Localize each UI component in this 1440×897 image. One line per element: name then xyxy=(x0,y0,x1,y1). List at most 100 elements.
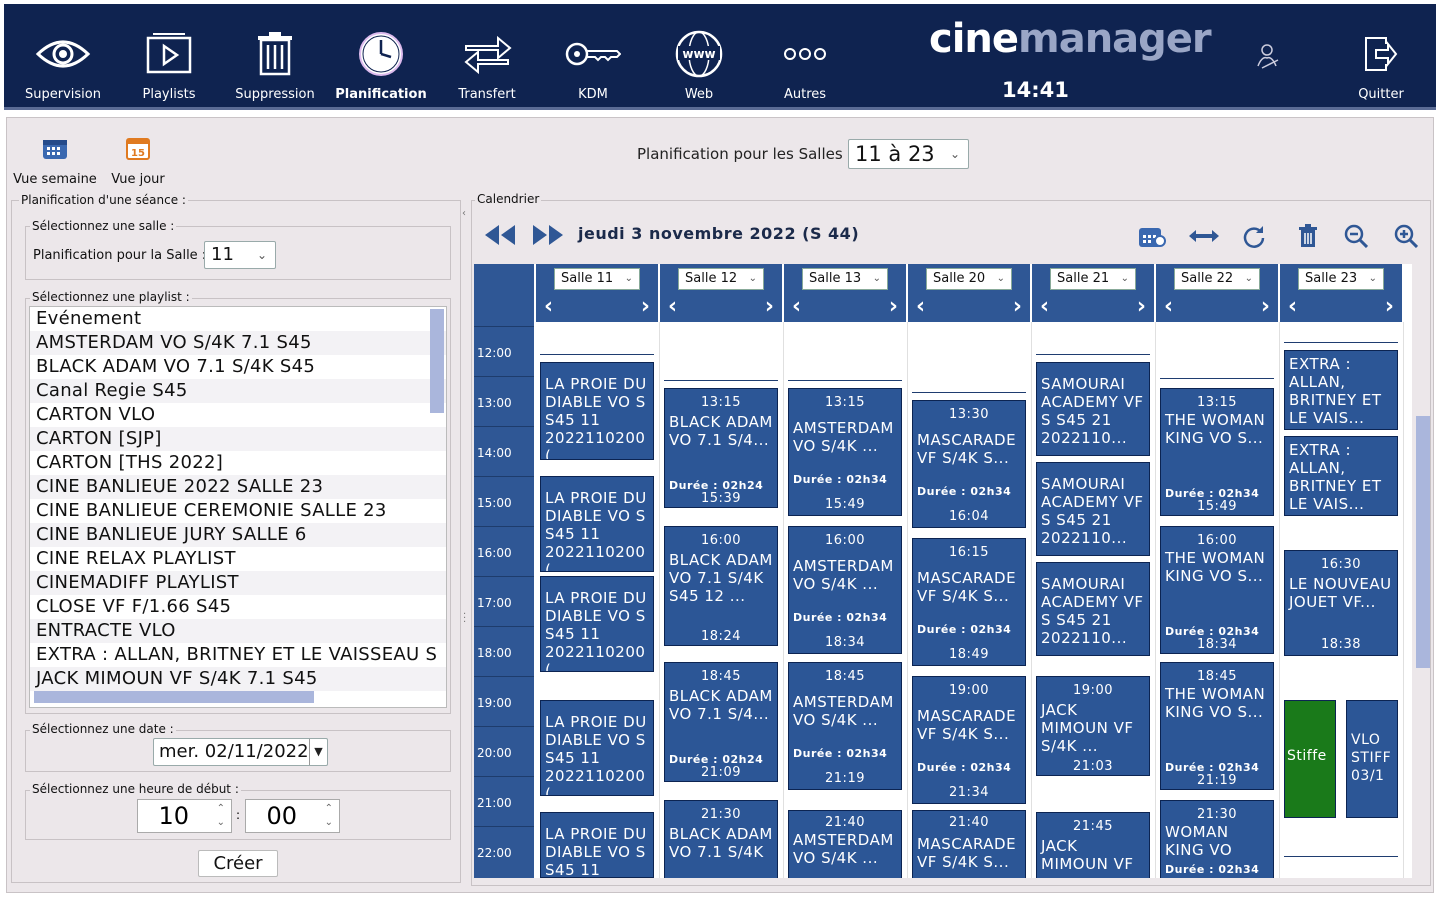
next-room-icon[interactable]: › xyxy=(641,294,650,319)
toolbar-playlists[interactable]: Playlists xyxy=(116,4,222,110)
playlist-vscrollbar[interactable] xyxy=(430,309,444,413)
event-block[interactable]: 19:00 MASCARADE VF S/4K S... Durée : 02h34… xyxy=(912,676,1026,804)
delete-icon[interactable] xyxy=(1298,224,1318,252)
event-block[interactable]: LA PROIE DU DIABLE VO S S45 11 202211020… xyxy=(540,362,654,460)
room-select[interactable]: Salle 23 ⌄ xyxy=(1298,268,1384,290)
event-block[interactable]: 21:45 JACK MIMOUN VF xyxy=(1036,812,1150,878)
event-block[interactable]: 13:15 AMSTERDAM VO S/4K ... Durée : 02h34 1… xyxy=(788,388,902,516)
prev-room-icon[interactable]: ‹ xyxy=(792,294,801,319)
next-room-icon[interactable]: › xyxy=(1261,294,1270,319)
playlist-hscrollbar[interactable] xyxy=(34,691,314,703)
day-view-button[interactable]: 15 Vue jour xyxy=(107,132,169,187)
event-block[interactable]: LA PROIE DU DIABLE VO S S45 11 xyxy=(540,812,654,878)
event-block[interactable]: SAMOURAI ACADEMY VF S S45 21 2022110... xyxy=(1036,562,1150,656)
next-room-icon[interactable]: › xyxy=(765,294,774,319)
toolbar-supervision[interactable]: Supervision xyxy=(10,4,116,110)
next-room-icon[interactable]: › xyxy=(1013,294,1022,319)
next-room-icon[interactable]: › xyxy=(1137,294,1146,319)
spinner-arrows-icon[interactable]: ⌃ ⌄ xyxy=(325,802,333,830)
spinner-arrows-icon[interactable]: ⌃ ⌄ xyxy=(217,802,225,830)
prev-room-icon[interactable]: ‹ xyxy=(916,294,925,319)
calendar-settings-icon[interactable] xyxy=(1138,224,1166,252)
event-block[interactable]: 21:40 AMSTERDAM VO S/4K ... xyxy=(788,810,902,878)
list-item[interactable]: CINEMADIFF PLAYLIST xyxy=(30,571,446,595)
room-select[interactable]: Salle 13 ⌄ xyxy=(802,268,888,290)
prev-room-icon[interactable]: ‹ xyxy=(668,294,677,319)
list-item[interactable]: CINE BANLIEUE CEREMONIE SALLE 23 xyxy=(30,499,446,523)
expand-horizontal-icon[interactable] xyxy=(1188,228,1220,248)
toolbar-transfert[interactable]: Transfert xyxy=(434,4,540,110)
list-item[interactable]: CINE BANLIEUE 2022 SALLE 23 xyxy=(30,475,446,499)
next-room-icon[interactable]: › xyxy=(889,294,898,319)
event-block[interactable]: 21:30 WOMAN KING VO Durée : 02h34 xyxy=(1160,800,1274,878)
list-item[interactable]: BLACK ADAM VO 7.1 S/4K S45 xyxy=(30,355,446,379)
week-view-button[interactable]: Vue semaine xyxy=(11,132,99,187)
toolbar-autres[interactable]: Autres xyxy=(752,4,858,110)
event-block[interactable]: LA PROIE DU DIABLE VO S S45 11 202211020… xyxy=(540,700,654,796)
event-block[interactable]: EXTRA : ALLAN, BRITNEY ET LE VAIS... xyxy=(1284,436,1398,516)
event-block[interactable]: 18:45 AMSTERDAM VO S/4K ... Durée : 02h34 2… xyxy=(788,662,902,790)
calendar-vscrollbar[interactable] xyxy=(1416,416,1430,668)
room-select[interactable]: Salle 12 ⌄ xyxy=(678,268,764,290)
room-select[interactable]: Salle 21 ⌄ xyxy=(1050,268,1136,290)
list-item[interactable]: CARTON VLO xyxy=(30,403,446,427)
toolbar-web[interactable]: www Web xyxy=(646,4,752,110)
zoom-in-icon[interactable] xyxy=(1394,224,1419,252)
event-block[interactable]: LA PROIE DU DIABLE VO S S45 11 202211020… xyxy=(540,576,654,672)
list-item[interactable]: CARTON [THS 2022] xyxy=(30,451,446,475)
toolbar-quitter[interactable]: Quitter xyxy=(1328,4,1434,110)
list-item[interactable]: JACK MIMOUN VF S/4K 7.1 S45 xyxy=(30,667,446,691)
salle-select[interactable]: 11 ⌄ xyxy=(204,241,276,269)
event-block[interactable]: 16:00 AMSTERDAM VO S/4K ... Durée : 02h34 1… xyxy=(788,526,902,654)
minute-spinner[interactable]: 00 ⌃ ⌄ xyxy=(245,799,340,833)
event-block[interactable]: 19:00 JACK MIMOUN VF S/4K ... 21:03 xyxy=(1036,676,1150,776)
list-item[interactable]: CINE BANLIEUE JURY SALLE 6 xyxy=(30,523,446,547)
event-block[interactable]: 16:30 LE NOUVEAU JOUET VF... 18:38 xyxy=(1284,550,1398,656)
list-item[interactable]: AMSTERDAM VO S/4K 7.1 S45 xyxy=(30,331,446,355)
event-block[interactable]: 16:00 THE WOMAN KING VO S... Durée : 02h34… xyxy=(1160,526,1274,654)
event-block[interactable]: VLO STIFF 03/1 xyxy=(1346,700,1398,818)
toolbar-planification[interactable]: Planification xyxy=(328,4,434,110)
playlist-list[interactable]: Evénement AMSTERDAM VO S/4K 7.1 S45 BLAC… xyxy=(29,306,447,708)
prev-room-icon[interactable]: ‹ xyxy=(1164,294,1173,319)
hour-spinner[interactable]: 10 ⌃ ⌄ xyxy=(137,799,232,833)
salles-select[interactable]: 11 à 23 ⌄ xyxy=(848,139,969,169)
list-item[interactable]: CLOSE VF F/1.66 S45 xyxy=(30,595,446,619)
date-picker[interactable]: mer. 02/11/2022 ▼ xyxy=(153,738,328,766)
list-item[interactable]: Canal Regie S45 xyxy=(30,379,446,403)
dropdown-arrow-icon[interactable]: ▼ xyxy=(309,739,327,765)
create-button[interactable]: Créer xyxy=(198,850,278,877)
user-signature-icon[interactable] xyxy=(1254,42,1284,72)
prev-room-icon[interactable]: ‹ xyxy=(1040,294,1049,319)
list-item[interactable]: CARTON [SJP] xyxy=(30,427,446,451)
list-item[interactable]: CINE RELAX PLAYLIST xyxy=(30,547,446,571)
room-select[interactable]: Salle 11 ⌄ xyxy=(554,268,640,290)
event-block[interactable]: 13:30 MASCARADE VF S/4K S... Durée : 02h34… xyxy=(912,400,1026,528)
event-block[interactable]: Stiffe xyxy=(1284,700,1336,818)
room-select[interactable]: Salle 20 ⌄ xyxy=(926,268,1012,290)
list-item[interactable]: ENTRACTE VLO xyxy=(30,619,446,643)
list-item[interactable]: EXTRA : ALLAN, BRITNEY ET LE VAISSEAU S xyxy=(30,643,446,667)
panel-splitter[interactable]: ‹ · · · xyxy=(462,198,470,888)
event-block[interactable]: SAMOURAI ACADEMY VF S S45 21 2022110... xyxy=(1036,462,1150,556)
rewind-icon[interactable] xyxy=(484,224,516,250)
event-block[interactable]: LA PROIE DU DIABLE VO S S45 11 202211020… xyxy=(540,476,654,572)
refresh-icon[interactable] xyxy=(1242,224,1266,252)
event-block[interactable]: SAMOURAI ACADEMY VF S S45 21 2022110... xyxy=(1036,362,1150,456)
event-block[interactable]: 16:15 MASCARADE VF S/4K S... Durée : 02h34… xyxy=(912,538,1026,666)
room-select[interactable]: Salle 22 ⌄ xyxy=(1174,268,1260,290)
next-room-icon[interactable]: › xyxy=(1385,294,1394,319)
event-block[interactable]: 13:15 BLACK ADAM VO 7.1 S/4... Durée : 02h… xyxy=(664,388,778,508)
fast-forward-icon[interactable] xyxy=(532,224,564,250)
zoom-out-icon[interactable] xyxy=(1344,224,1369,252)
prev-room-icon[interactable]: ‹ xyxy=(544,294,553,319)
prev-room-icon[interactable]: ‹ xyxy=(1288,294,1297,319)
toolbar-suppression[interactable]: Suppression xyxy=(222,4,328,110)
event-block[interactable]: 16:00 BLACK ADAM VO 7.1 S/4K S45 12 ... 18… xyxy=(664,526,778,646)
event-block[interactable]: 21:40 MASCARADE VF S/4K S... xyxy=(912,810,1026,878)
toolbar-kdm[interactable]: KDM xyxy=(540,4,646,110)
list-item[interactable]: Evénement xyxy=(30,307,446,331)
event-block[interactable]: EXTRA : ALLAN, BRITNEY ET LE VAIS... xyxy=(1284,350,1398,430)
collapse-arrow-icon[interactable]: ‹ xyxy=(462,208,466,219)
event-block[interactable]: 13:15 THE WOMAN KING VO S... Durée : 02h34… xyxy=(1160,388,1274,516)
